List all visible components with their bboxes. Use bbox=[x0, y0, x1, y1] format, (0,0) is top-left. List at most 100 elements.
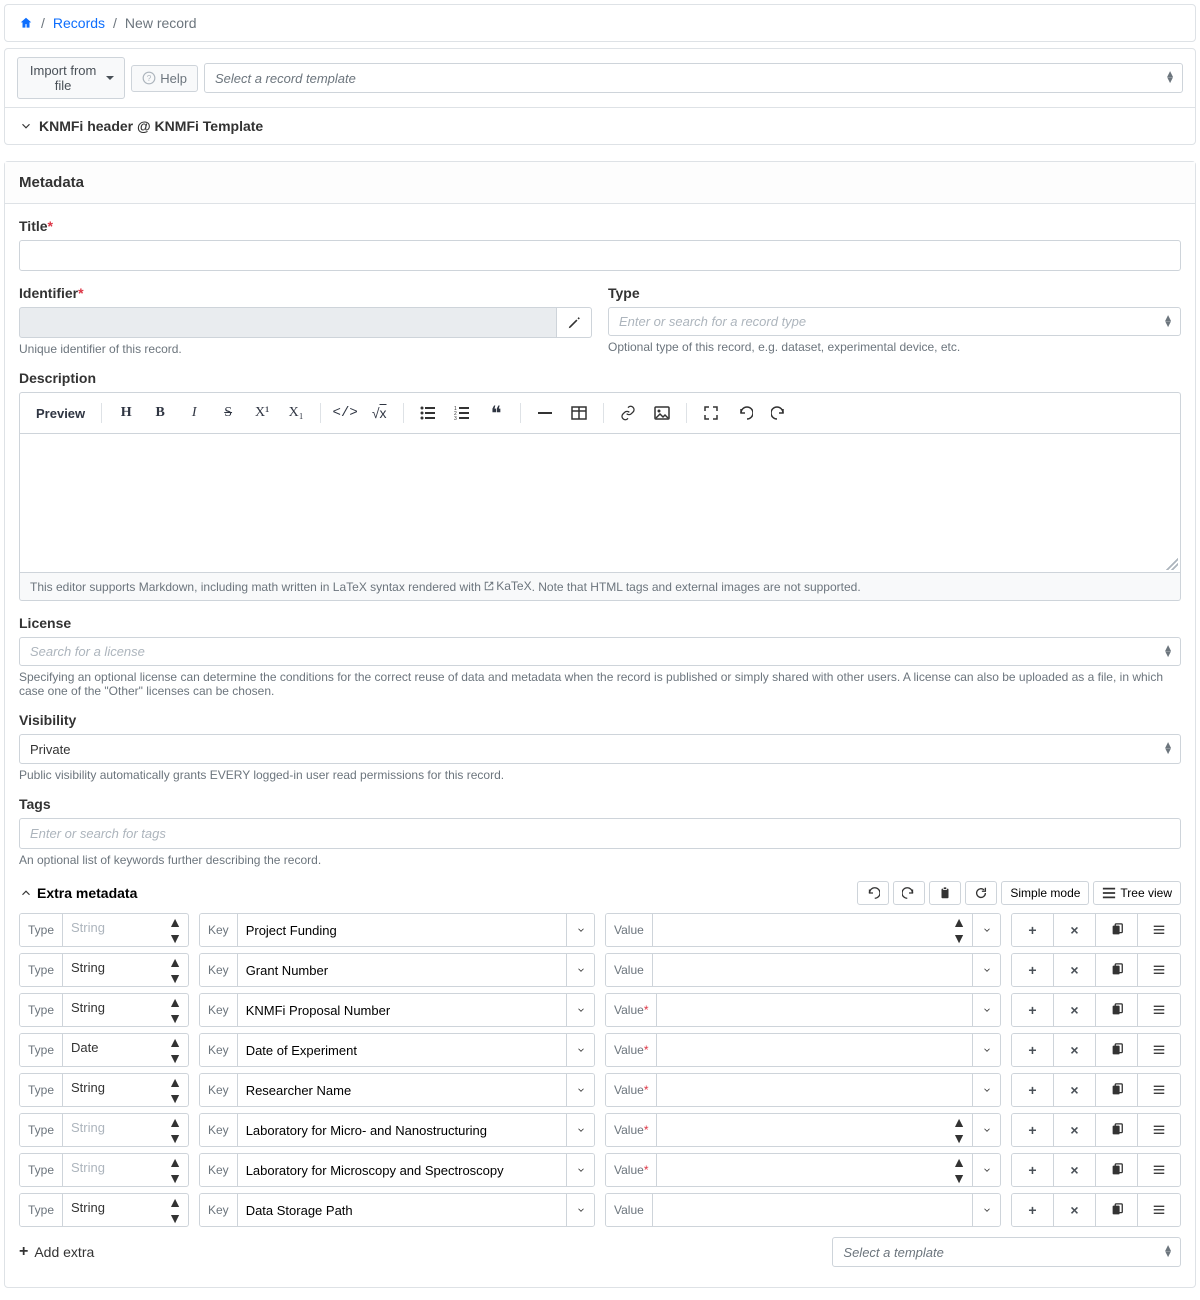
records-link[interactable]: Records bbox=[53, 15, 105, 31]
code-button[interactable]: </> bbox=[329, 399, 361, 427]
license-input[interactable] bbox=[19, 637, 1181, 666]
undo-button[interactable] bbox=[729, 399, 761, 427]
meta-key-input[interactable] bbox=[238, 914, 566, 946]
meta-value-toggle[interactable] bbox=[972, 1154, 1000, 1186]
meta-key-input[interactable] bbox=[238, 994, 566, 1026]
meta-key-toggle[interactable] bbox=[566, 994, 594, 1026]
meta-type-value[interactable]: Date bbox=[63, 1034, 162, 1066]
meta-menu-button[interactable] bbox=[1138, 954, 1180, 986]
meta-value-input[interactable] bbox=[653, 914, 946, 946]
meta-remove-button[interactable]: × bbox=[1054, 1034, 1096, 1066]
resize-handle[interactable] bbox=[1166, 558, 1178, 570]
fullscreen-button[interactable] bbox=[695, 399, 727, 427]
meta-key-toggle[interactable] bbox=[566, 1074, 594, 1106]
meta-menu-button[interactable] bbox=[1138, 1154, 1180, 1186]
table-button[interactable] bbox=[563, 399, 595, 427]
home-link[interactable] bbox=[19, 16, 33, 30]
bold-button[interactable]: B bbox=[144, 399, 176, 427]
license-select[interactable]: ▲▼ bbox=[19, 637, 1181, 666]
meta-value-toggle[interactable] bbox=[972, 1194, 1000, 1226]
identifier-edit-button[interactable] bbox=[557, 307, 592, 338]
ul-button[interactable] bbox=[412, 399, 444, 427]
template-section-header[interactable]: KNMFi header @ KNMFi Template bbox=[4, 107, 1196, 145]
math-button[interactable]: √x bbox=[363, 399, 395, 427]
meta-value-input[interactable] bbox=[657, 1114, 946, 1146]
type-select[interactable]: ▲▼ bbox=[608, 307, 1181, 336]
simple-mode-button[interactable]: Simple mode bbox=[1001, 881, 1089, 905]
meta-value-input[interactable] bbox=[657, 994, 972, 1026]
meta-type-value[interactable]: String bbox=[63, 1194, 162, 1226]
meta-copy-button[interactable] bbox=[1096, 954, 1138, 986]
meta-menu-button[interactable] bbox=[1138, 1074, 1180, 1106]
record-template-select[interactable]: Select a record template ▲▼ bbox=[204, 63, 1183, 93]
description-editor[interactable] bbox=[19, 433, 1181, 573]
meta-key-toggle[interactable] bbox=[566, 1194, 594, 1226]
meta-value-toggle[interactable] bbox=[972, 1114, 1000, 1146]
import-button[interactable]: Import from file bbox=[17, 57, 125, 99]
extra-paste-button[interactable] bbox=[929, 881, 961, 905]
meta-menu-button[interactable] bbox=[1138, 1194, 1180, 1226]
meta-remove-button[interactable]: × bbox=[1054, 1194, 1096, 1226]
meta-copy-button[interactable] bbox=[1096, 1074, 1138, 1106]
meta-menu-button[interactable] bbox=[1138, 914, 1180, 946]
meta-copy-button[interactable] bbox=[1096, 914, 1138, 946]
type-input[interactable] bbox=[608, 307, 1181, 336]
strike-button[interactable]: S bbox=[212, 399, 244, 427]
meta-menu-button[interactable] bbox=[1138, 1034, 1180, 1066]
meta-add-button[interactable]: + bbox=[1012, 1114, 1054, 1146]
meta-key-toggle[interactable] bbox=[566, 1114, 594, 1146]
meta-key-input[interactable] bbox=[238, 1034, 566, 1066]
meta-add-button[interactable]: + bbox=[1012, 914, 1054, 946]
meta-add-button[interactable]: + bbox=[1012, 954, 1054, 986]
meta-value-input[interactable] bbox=[657, 1034, 972, 1066]
meta-remove-button[interactable]: × bbox=[1054, 1074, 1096, 1106]
preview-button[interactable]: Preview bbox=[28, 399, 93, 427]
meta-remove-button[interactable]: × bbox=[1054, 914, 1096, 946]
extra-metadata-toggle[interactable]: Extra metadata bbox=[19, 885, 137, 901]
meta-add-button[interactable]: + bbox=[1012, 1194, 1054, 1226]
meta-key-input[interactable] bbox=[238, 1194, 566, 1226]
meta-add-button[interactable]: + bbox=[1012, 1074, 1054, 1106]
meta-value-toggle[interactable] bbox=[972, 1034, 1000, 1066]
meta-remove-button[interactable]: × bbox=[1054, 1154, 1096, 1186]
meta-value-toggle[interactable] bbox=[972, 954, 1000, 986]
meta-key-toggle[interactable] bbox=[566, 1154, 594, 1186]
superscript-button[interactable]: X¹ bbox=[246, 399, 278, 427]
quote-button[interactable]: ❝ bbox=[480, 399, 512, 427]
subscript-button[interactable]: X₁ bbox=[280, 399, 312, 427]
meta-value-input[interactable] bbox=[657, 1074, 972, 1106]
meta-key-input[interactable] bbox=[238, 1074, 566, 1106]
meta-value-input[interactable] bbox=[653, 1194, 972, 1226]
italic-button[interactable]: I bbox=[178, 399, 210, 427]
add-extra-button[interactable]: + Add extra bbox=[19, 1243, 94, 1261]
meta-value-toggle[interactable] bbox=[972, 1074, 1000, 1106]
extra-redo-button[interactable] bbox=[893, 881, 925, 905]
meta-copy-button[interactable] bbox=[1096, 994, 1138, 1026]
meta-value-input[interactable] bbox=[657, 1154, 946, 1186]
title-input[interactable] bbox=[19, 240, 1181, 271]
identifier-input[interactable] bbox=[19, 307, 557, 338]
tree-view-button[interactable]: Tree view bbox=[1093, 881, 1181, 905]
meta-menu-button[interactable] bbox=[1138, 994, 1180, 1026]
meta-key-toggle[interactable] bbox=[566, 1034, 594, 1066]
meta-remove-button[interactable]: × bbox=[1054, 994, 1096, 1026]
meta-key-input[interactable] bbox=[238, 1114, 566, 1146]
extra-undo-button[interactable] bbox=[857, 881, 889, 905]
meta-key-input[interactable] bbox=[238, 1154, 566, 1186]
meta-value-input[interactable] bbox=[653, 954, 972, 986]
katex-link[interactable]: KaTeX bbox=[484, 579, 531, 593]
link-button[interactable] bbox=[612, 399, 644, 427]
extra-template-select[interactable]: Select a template ▲▼ bbox=[832, 1237, 1181, 1267]
tags-input[interactable] bbox=[19, 818, 1181, 849]
redo-button[interactable] bbox=[763, 399, 795, 427]
ol-button[interactable]: 123 bbox=[446, 399, 478, 427]
meta-copy-button[interactable] bbox=[1096, 1034, 1138, 1066]
meta-value-toggle[interactable] bbox=[972, 914, 1000, 946]
meta-copy-button[interactable] bbox=[1096, 1194, 1138, 1226]
meta-type-value[interactable]: String bbox=[63, 954, 162, 986]
help-button[interactable]: ? Help bbox=[131, 65, 198, 92]
meta-key-toggle[interactable] bbox=[566, 914, 594, 946]
meta-key-toggle[interactable] bbox=[566, 954, 594, 986]
image-button[interactable] bbox=[646, 399, 678, 427]
meta-value-toggle[interactable] bbox=[972, 994, 1000, 1026]
